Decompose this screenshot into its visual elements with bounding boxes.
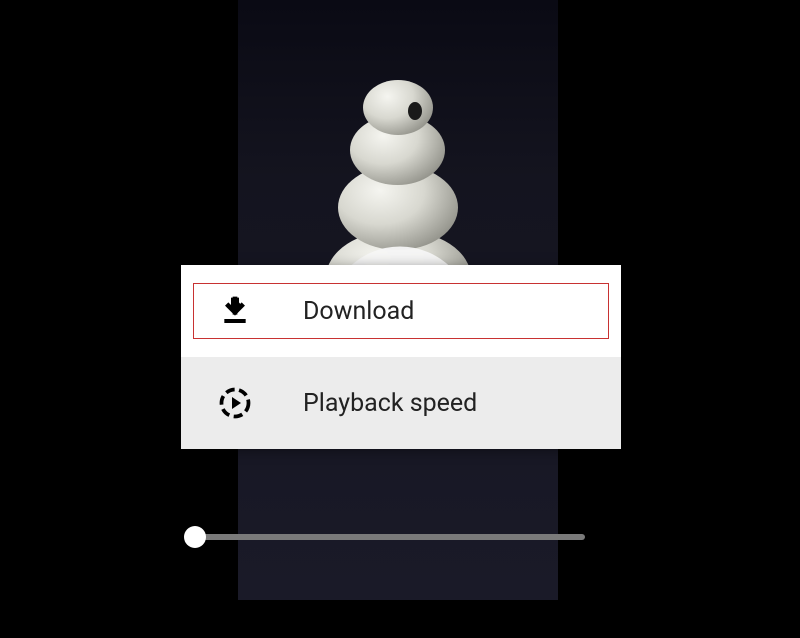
menu-item-label: Download	[303, 297, 414, 326]
video-progress-bar[interactable]	[195, 534, 585, 540]
menu-item-download[interactable]: Download	[181, 265, 621, 357]
menu-item-label: Playback speed	[303, 389, 477, 418]
progress-thumb[interactable]	[184, 526, 206, 548]
context-menu: Download Playback speed	[181, 265, 621, 449]
download-icon	[217, 293, 253, 329]
playback-speed-icon	[217, 385, 253, 421]
menu-item-playback-speed[interactable]: Playback speed	[181, 357, 621, 449]
